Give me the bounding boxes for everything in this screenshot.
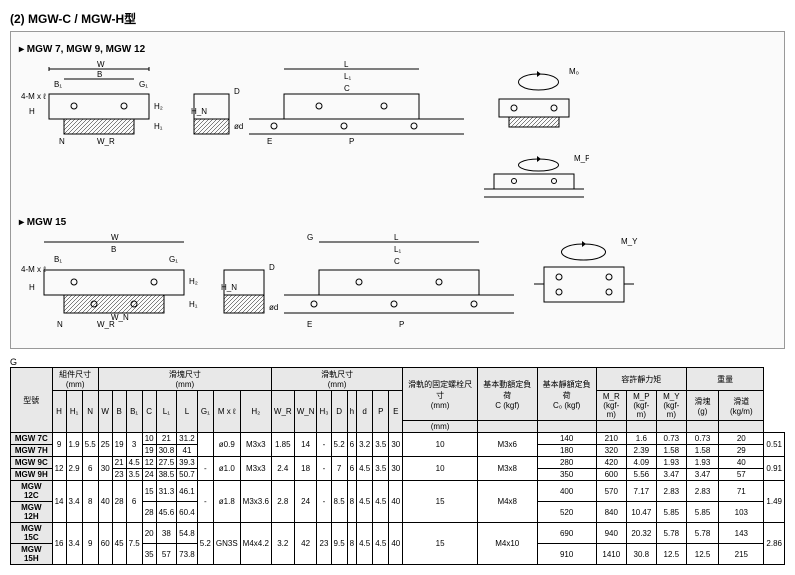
svg-text:H₁: H₁ xyxy=(154,122,163,131)
front-view-large: W B B₁G₁ 4-M x ℓ H H₂ H₁ N W_R W_N xyxy=(19,232,209,332)
col-bolt: 滑軌的固定螺栓尺寸(mm) xyxy=(403,368,478,421)
diagram-subtitle-2: ▸ MGW 15 xyxy=(19,217,776,228)
front-view-small: W B B₁ G₁ 4-M x ℓ H H₂ H₁ N W_R xyxy=(19,59,179,149)
svg-text:L: L xyxy=(394,233,399,242)
diagram-subtitle-1: ▸ MGW 7, MGW 9, MGW 12 xyxy=(19,44,776,55)
svg-text:W_R: W_R xyxy=(97,137,115,146)
svg-text:W: W xyxy=(111,233,119,242)
svg-text:M_Y: M_Y xyxy=(621,237,638,246)
svg-text:4-M x ℓ: 4-M x ℓ xyxy=(21,92,46,101)
svg-text:H_N: H_N xyxy=(221,283,237,292)
svg-text:P: P xyxy=(399,320,404,329)
svg-text:W: W xyxy=(97,60,105,69)
svg-text:ød: ød xyxy=(234,122,243,131)
svg-text:D: D xyxy=(234,87,240,96)
svg-text:G₁: G₁ xyxy=(169,255,178,264)
svg-text:B: B xyxy=(97,70,102,79)
svg-text:G: G xyxy=(307,233,313,242)
svg-text:H: H xyxy=(29,283,35,292)
svg-text:G₁: G₁ xyxy=(139,80,148,89)
spec-table: 型號 組件尺寸(mm) 滑塊尺寸(mm) 滑軌尺寸(mm) 滑軌的固定螺栓尺寸(… xyxy=(10,367,785,565)
col-assy: 組件尺寸(mm) xyxy=(52,368,98,391)
col-stat: 基本靜額定負荷C₀ (kgf) xyxy=(537,368,596,421)
svg-text:E: E xyxy=(267,137,272,146)
svg-text:M₀: M₀ xyxy=(569,67,579,76)
col-rail: 滑軌尺寸(mm) xyxy=(271,368,402,391)
svg-text:C: C xyxy=(394,257,400,266)
svg-text:P: P xyxy=(349,137,354,146)
col-block: 滑塊尺寸(mm) xyxy=(98,368,271,391)
moment-mo: M₀ xyxy=(479,59,589,149)
col-model: 型號 xyxy=(11,368,53,433)
side-view-small: L L₁ C D ød H_N E P xyxy=(189,59,469,149)
svg-text:L: L xyxy=(344,60,349,69)
svg-text:C: C xyxy=(344,84,350,93)
col-moment: 容許靜力矩 xyxy=(596,368,686,391)
side-view-large: G L L₁ C D ød H_N E P xyxy=(219,232,519,332)
svg-text:H₂: H₂ xyxy=(189,277,198,286)
svg-text:N: N xyxy=(57,320,63,329)
section-title: (2) MGW-C / MGW-H型 xyxy=(10,10,785,27)
svg-text:H_N: H_N xyxy=(191,107,207,116)
svg-text:M_P: M_P xyxy=(574,154,589,163)
moment-my: M_Y xyxy=(529,232,639,332)
svg-text:B₁: B₁ xyxy=(54,80,62,89)
col-weight: 重量 xyxy=(686,368,764,391)
svg-text:B: B xyxy=(111,245,116,254)
svg-text:D: D xyxy=(269,263,275,272)
svg-text:E: E xyxy=(307,320,312,329)
svg-text:L₁: L₁ xyxy=(394,245,401,254)
svg-text:L₁: L₁ xyxy=(344,72,351,81)
svg-text:4-M x ℓ: 4-M x ℓ xyxy=(21,265,46,274)
svg-text:W_N: W_N xyxy=(111,313,129,322)
col-dyn: 基本動額定負荷C (kgf) xyxy=(477,368,537,421)
svg-text:H₁: H₁ xyxy=(189,300,198,309)
moment-mp: M_P xyxy=(479,149,589,209)
svg-text:ød: ød xyxy=(269,303,278,312)
svg-text:H₂: H₂ xyxy=(154,102,163,111)
diagram-container: ▸ MGW 7, MGW 9, MGW 12 W B B₁ G₁ 4-M x ℓ … xyxy=(10,31,785,349)
svg-text:N: N xyxy=(59,137,65,146)
svg-text:H: H xyxy=(29,107,35,116)
svg-text:B₁: B₁ xyxy=(54,255,62,264)
